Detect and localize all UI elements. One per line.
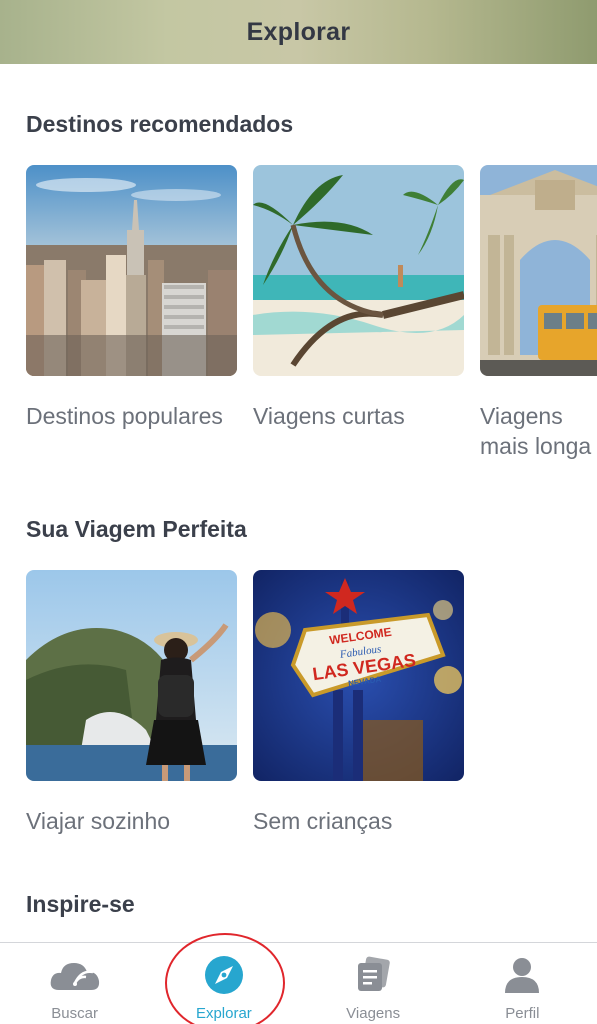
card-no-kids[interactable]: WELCOME Fabulous LAS VEGAS NEVADA Sem cr…	[253, 570, 464, 836]
card-label: Sem crianças	[253, 808, 393, 834]
card-short-trips[interactable]: Viagens curtas	[253, 165, 464, 431]
tab-buscar[interactable]: Buscar	[0, 943, 149, 1024]
section-title-inspire: Inspire-se	[26, 891, 135, 917]
tickets-icon	[354, 955, 392, 995]
section-title-recommended: Destinos recomendados	[26, 111, 294, 137]
card-label: Viajar sozinho	[26, 808, 171, 834]
recommended-carousel[interactable]: Destinos populares Viagens curtas Viagen…	[0, 165, 597, 475]
card-label: Viagens curtas	[253, 403, 405, 429]
tab-perfil[interactable]: Perfil	[448, 943, 597, 1024]
cloud-wifi-icon	[49, 955, 101, 995]
card-longer-trips[interactable]: Viagens mais longa	[480, 165, 597, 461]
perfect-trip-carousel[interactable]: Viajar sozinho WELCOME Fabulous LAS VEGA…	[0, 570, 597, 850]
card-popular-destinations[interactable]: Destinos populares	[26, 165, 237, 431]
card-solo-travel[interactable]: Viajar sozinho	[26, 570, 237, 836]
solo-traveler-image	[26, 570, 237, 781]
european-arch-image	[480, 165, 597, 376]
tropical-beach-image	[253, 165, 464, 376]
card-label: Viagens mais longa	[480, 403, 592, 459]
card-label: Destinos populares	[26, 403, 223, 429]
section-title-perfect-trip: Sua Viagem Perfeita	[26, 516, 247, 542]
tab-label: Viagens	[346, 1005, 401, 1022]
annotation-circle	[165, 933, 285, 1024]
page-title: Explorar	[246, 17, 351, 46]
top-bar: Explorar	[0, 0, 597, 64]
las-vegas-sign-image: WELCOME Fabulous LAS VEGAS NEVADA	[253, 570, 464, 781]
tab-viagens[interactable]: Viagens	[299, 943, 448, 1024]
new-york-skyline-image	[26, 165, 237, 376]
tab-label: Buscar	[51, 1005, 98, 1022]
tab-label: Perfil	[505, 1005, 540, 1022]
person-icon	[502, 955, 542, 995]
bottom-tab-bar: Buscar Explorar Viagens Perfil	[0, 942, 597, 1024]
